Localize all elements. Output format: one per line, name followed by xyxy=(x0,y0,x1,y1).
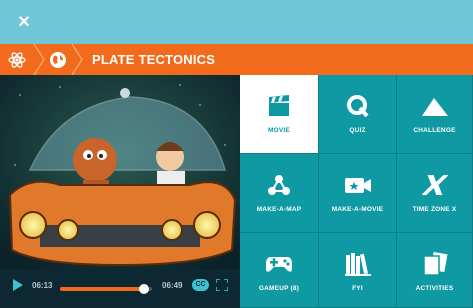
tile-challenge[interactable]: CHALLENGE xyxy=(397,75,473,154)
captions-button[interactable]: CC xyxy=(192,279,209,291)
tile-label: MOVIE xyxy=(268,127,290,134)
tile-gameup[interactable]: GAMEUP (8) xyxy=(240,233,319,308)
books-icon xyxy=(344,253,371,276)
tile-make-a-movie[interactable]: MAKE-A-MOVIE xyxy=(319,154,397,233)
progress-handle[interactable] xyxy=(138,284,149,294)
progress-bar[interactable] xyxy=(60,284,152,294)
close-icon: × xyxy=(18,11,30,33)
tile-movie[interactable]: MOVIE xyxy=(240,75,319,154)
page-title: PLATE TECTONICS xyxy=(92,52,216,67)
breadcrumb: PLATE TECTONICS xyxy=(0,44,473,75)
cards-icon xyxy=(422,252,447,276)
tile-label: MAKE-A-MAP xyxy=(256,206,302,213)
clapperboard-icon xyxy=(269,95,289,116)
tile-label: QUIZ xyxy=(349,127,366,134)
progress-fill xyxy=(60,287,144,291)
play-icon[interactable] xyxy=(13,279,23,291)
activity-grid: MOVIE QUIZ CHALLENGE MAKE-A-MAP MAKE-A-M… xyxy=(240,75,473,308)
video-frame xyxy=(0,75,240,269)
tile-make-a-map[interactable]: MAKE-A-MAP xyxy=(240,154,319,233)
tile-label: MAKE-A-MOVIE xyxy=(331,206,384,213)
tile-label: ACTIVITIES xyxy=(415,285,454,292)
app-frame: × PLATE TECTONICS 06:13 06:49 CC MOVIE Q… xyxy=(0,0,473,308)
close-button[interactable]: × xyxy=(14,12,34,32)
atom-icon xyxy=(8,51,26,68)
tile-label: CHALLENGE xyxy=(413,127,456,134)
quiz-q-icon xyxy=(346,95,369,118)
duration-time: 06:49 xyxy=(162,281,183,290)
video-camera-icon xyxy=(344,178,371,193)
tile-label: TIME ZONE X xyxy=(412,206,457,213)
tile-fyi[interactable]: FYI xyxy=(319,233,397,308)
breadcrumb-separator xyxy=(71,44,83,75)
tile-label: GAMEUP (8) xyxy=(258,285,300,292)
nodes-icon xyxy=(268,175,290,195)
video-controls: 06:13 06:49 CC xyxy=(0,269,240,308)
video-player[interactable]: 06:13 06:49 CC xyxy=(0,75,240,308)
elapsed-time: 06:13 xyxy=(32,281,53,290)
top-bar: × xyxy=(0,0,473,44)
fullscreen-icon[interactable] xyxy=(216,279,228,291)
gamepad-icon xyxy=(266,257,292,272)
tile-label: FYI xyxy=(352,285,363,292)
tile-time-zone-x[interactable]: TIME ZONE X xyxy=(397,154,473,233)
breadcrumb-item-science[interactable] xyxy=(0,44,34,75)
time-zone-x-icon xyxy=(421,175,448,195)
globe-icon xyxy=(50,51,66,68)
tile-quiz[interactable]: QUIZ xyxy=(319,75,397,154)
tile-activities[interactable]: ACTIVITIES xyxy=(397,233,473,308)
breadcrumb-item-earth[interactable] xyxy=(44,44,72,75)
mountain-icon xyxy=(421,98,448,116)
